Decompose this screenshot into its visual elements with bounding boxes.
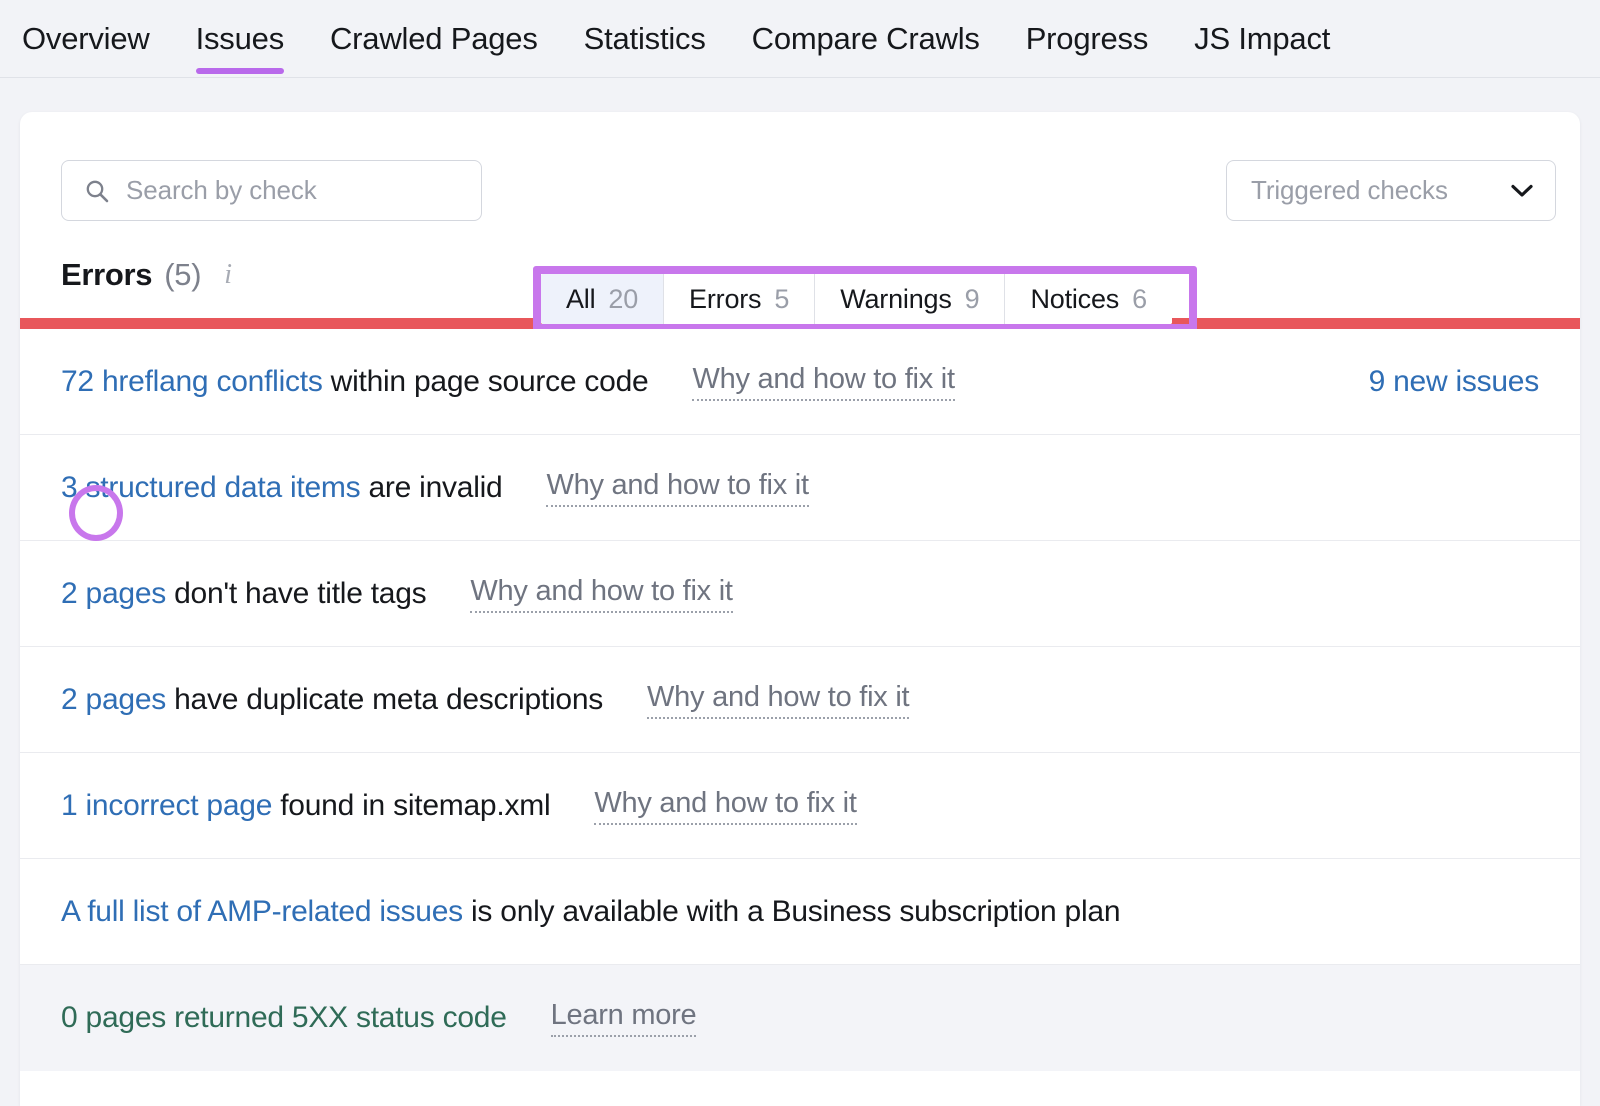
issue-description: don't have title tags — [166, 576, 427, 610]
why-and-how-to-fix-link[interactable]: Why and how to fix it — [546, 469, 809, 507]
tab-statistics[interactable]: Statistics — [561, 0, 729, 78]
new-issues-link[interactable]: 9 new issues — [1369, 365, 1540, 399]
tab-label: JS Impact — [1194, 21, 1331, 56]
tab-js-impact[interactable]: JS Impact — [1171, 0, 1353, 78]
issue-description: are invalid — [360, 470, 503, 504]
issue-link[interactable]: 2 pages — [61, 577, 166, 610]
why-and-how-to-fix-link[interactable]: Why and how to fix it — [647, 681, 910, 719]
issue-link[interactable]: A full list of AMP-related issues — [61, 895, 463, 928]
tab-progress[interactable]: Progress — [1003, 0, 1171, 78]
why-and-how-to-fix-link[interactable]: Why and how to fix it — [692, 363, 955, 401]
tab-crawled-pages[interactable]: Crawled Pages — [307, 0, 561, 78]
issues-card: Search by check All 20 Errors 5 Warnings 9 Not… — [20, 112, 1580, 1106]
main-tab-bar: Overview Issues Crawled Pages Statistics Com… — [0, 0, 1600, 78]
info-icon[interactable]: i — [224, 261, 232, 289]
issue-text: A full list of AMP-related issues is onl… — [61, 894, 1121, 929]
issue-row: 1 incorrect page found in sitemap.xml Why… — [20, 753, 1580, 859]
issue-text: 2 pages don't have title tags — [61, 576, 427, 611]
why-and-how-to-fix-link[interactable]: Learn more — [550, 999, 697, 1037]
issue-row: A full list of AMP-related issues is onl… — [20, 859, 1580, 965]
search-placeholder: Search by check — [126, 175, 317, 205]
triggered-checks-label: Triggered checks — [1251, 175, 1448, 205]
tab-label: Progress — [1025, 21, 1149, 56]
issues-filter-toolbar: Search by check All 20 Errors 5 Warnings 9 Not… — [20, 112, 1580, 332]
search-icon — [84, 178, 110, 204]
issues-list: 72 hreflang conflicts within page source… — [20, 329, 1580, 1071]
search-input[interactable]: Search by check — [61, 160, 482, 221]
issue-link[interactable]: 72 hreflang conflicts — [61, 365, 323, 398]
tab-overview[interactable]: Overview — [22, 0, 173, 78]
why-and-how-to-fix-link[interactable]: Why and how to fix it — [470, 575, 733, 613]
section-count: (5) — [164, 257, 202, 292]
issue-row: 3 structured data items are invalid Why a… — [20, 435, 1580, 541]
tab-label: Issues — [195, 21, 285, 56]
issue-row: 0 pages returned 5XX status code Learn mo… — [20, 965, 1580, 1071]
issue-link[interactable]: 0 pages returned 5XX status code — [61, 1001, 507, 1034]
issue-row: 2 pages have duplicate meta descriptions… — [20, 647, 1580, 753]
why-and-how-to-fix-link[interactable]: Why and how to fix it — [594, 787, 857, 825]
issue-text: 0 pages returned 5XX status code — [61, 1001, 507, 1035]
issue-text: 2 pages have duplicate meta descriptions — [61, 683, 603, 717]
segmented-filter-highlight-annotation — [533, 266, 1197, 332]
issue-description: found in sitemap.xml — [272, 788, 551, 822]
issue-row: 2 pages don't have title tags Why and how… — [20, 541, 1580, 647]
issue-description: have duplicate meta descriptions — [166, 682, 604, 716]
issue-description: is only available with a Business subscr… — [462, 894, 1121, 928]
issue-link[interactable]: 1 incorrect page — [61, 789, 272, 822]
tab-label: Overview — [22, 21, 150, 56]
tab-label: Statistics — [583, 21, 706, 56]
issue-link[interactable]: 3 structured data items — [61, 471, 361, 504]
tab-label: Crawled Pages — [330, 21, 538, 56]
tab-compare-crawls[interactable]: Compare Crawls — [729, 0, 1003, 78]
issue-row: 72 hreflang conflicts within page source… — [20, 329, 1580, 435]
active-tab-indicator — [195, 68, 284, 74]
tab-label: Compare Crawls — [751, 21, 980, 56]
tab-issues[interactable]: Issues — [173, 0, 307, 78]
issue-text: 3 structured data items are invalid — [61, 470, 503, 505]
section-title: Errors — [61, 257, 153, 292]
chevron-down-icon — [1511, 184, 1533, 198]
triggered-checks-dropdown[interactable]: Triggered checks — [1226, 160, 1556, 221]
issue-text: 1 incorrect page found in sitemap.xml — [61, 788, 551, 823]
issue-link[interactable]: 2 pages — [61, 683, 166, 716]
issue-text: 72 hreflang conflicts within page source… — [61, 364, 649, 399]
issue-description: within page source code — [322, 364, 649, 398]
